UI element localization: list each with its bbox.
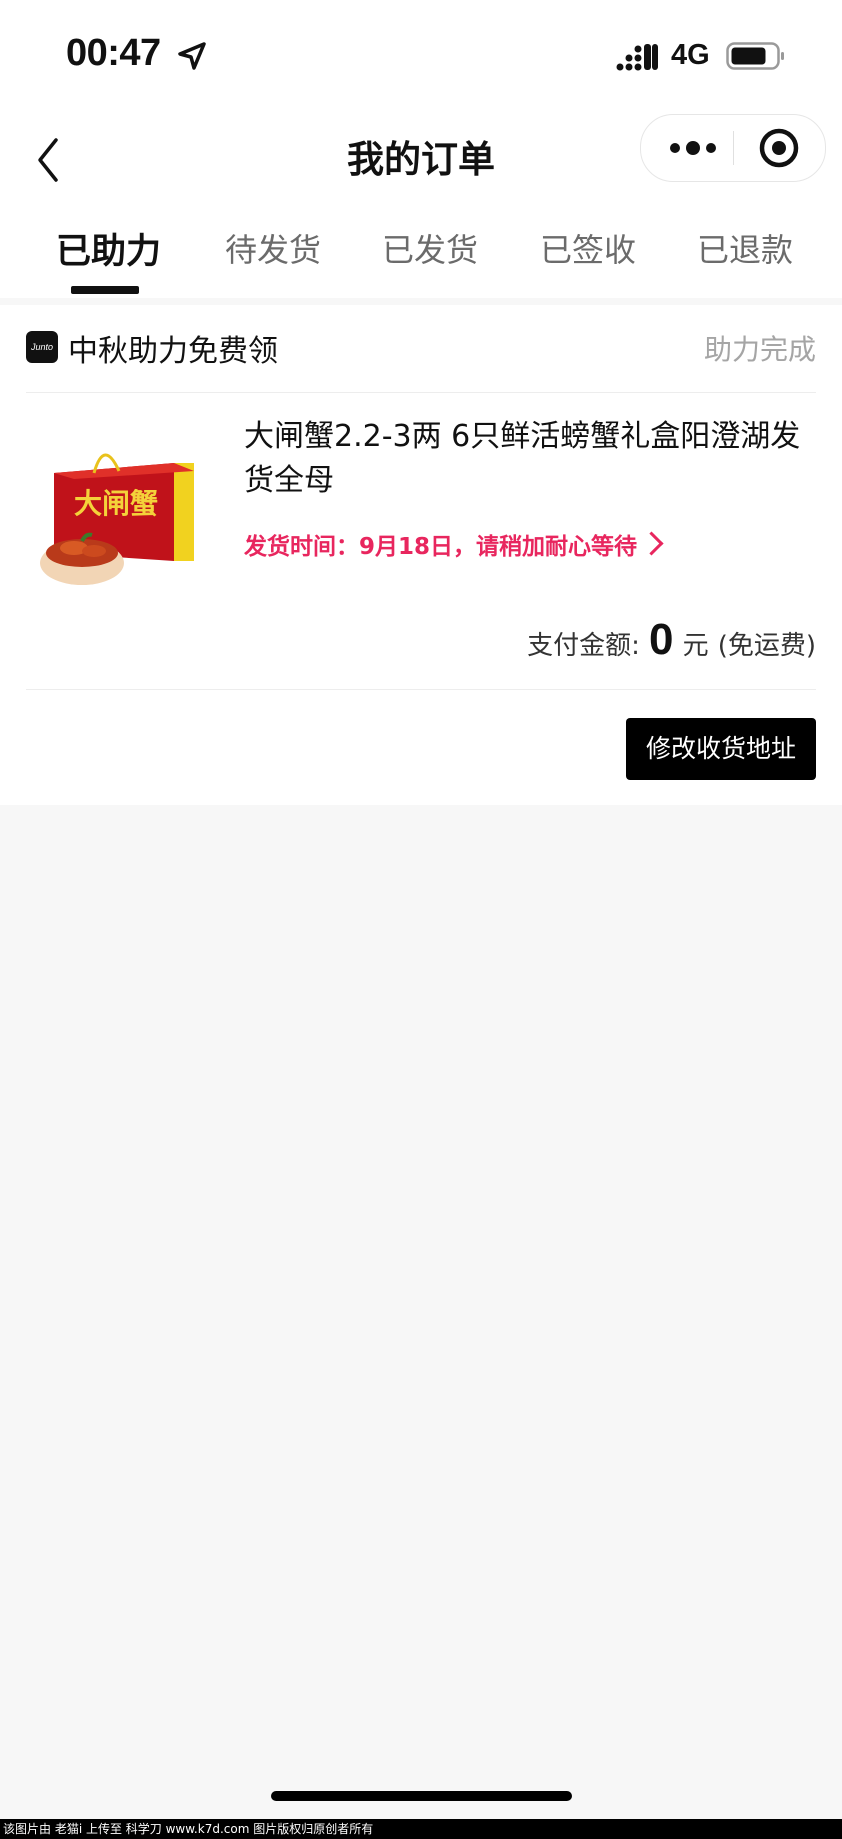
divider [26,689,816,690]
chevron-right-icon [639,531,664,556]
status-time: 00:47 [66,32,161,74]
divider [26,392,816,393]
product-image-text: 大闸蟹 [74,487,158,520]
order-status: 助力完成 [703,333,816,366]
tab-shipped[interactable]: 已发货 [382,225,478,271]
shop-logo: Junto [26,331,58,363]
order-tabs: 已助力 待发货 已发货 已签收 已退款 [0,210,842,298]
tab-pending-shipment[interactable]: 待发货 [225,225,321,271]
tab-received[interactable]: 已签收 [540,225,636,271]
network-label: 4G [671,39,710,71]
product-title[interactable]: 大闸蟹2.2-3两 6只鲜活螃蟹礼盒阳澄湖发货全母 [244,415,816,503]
shipping-note-text: 发货时间：9月18日，请稍加耐心等待 [244,534,638,560]
product-image[interactable]: 大闸蟹 [34,433,204,593]
mini-program-capsule [640,114,826,182]
tab-assisted[interactable]: 已助力 [56,223,161,274]
home-indicator [271,1791,572,1801]
shipping-note[interactable]: 发货时间：9月18日，请稍加耐心等待 [244,527,664,561]
battery-icon [726,42,784,70]
payment-note: (免运费) [717,631,816,661]
order-card: Junto 中秋助力免费领 助力完成 大闸蟹 大闸蟹2.2-3两 6只鲜活螃蟹礼… [0,305,842,805]
payment-label: 支付金额: [527,631,640,661]
payment-row: 支付金额: 0 元 (免运费) [527,615,816,665]
payment-amount: 0 [649,615,674,664]
status-bar: 00:47 4G [0,0,842,110]
shop-name[interactable]: 中秋助力免费领 [68,326,278,370]
tab-active-indicator [71,286,139,294]
tab-refunded[interactable]: 已退款 [697,225,793,271]
close-icon[interactable] [757,126,801,170]
location-arrow-icon [178,42,206,70]
watermark: 该图片由 老猫i 上传至 科学刀 www.k7d.com 图片版权归原创者所有 [0,1819,842,1839]
modify-address-button[interactable]: 修改收货地址 [626,718,816,780]
signal-icon [616,44,658,71]
nav-bar: 我的订单 [0,110,842,210]
capsule-divider [733,131,734,165]
payment-unit: 元 [682,631,709,661]
more-icon[interactable] [663,125,723,171]
